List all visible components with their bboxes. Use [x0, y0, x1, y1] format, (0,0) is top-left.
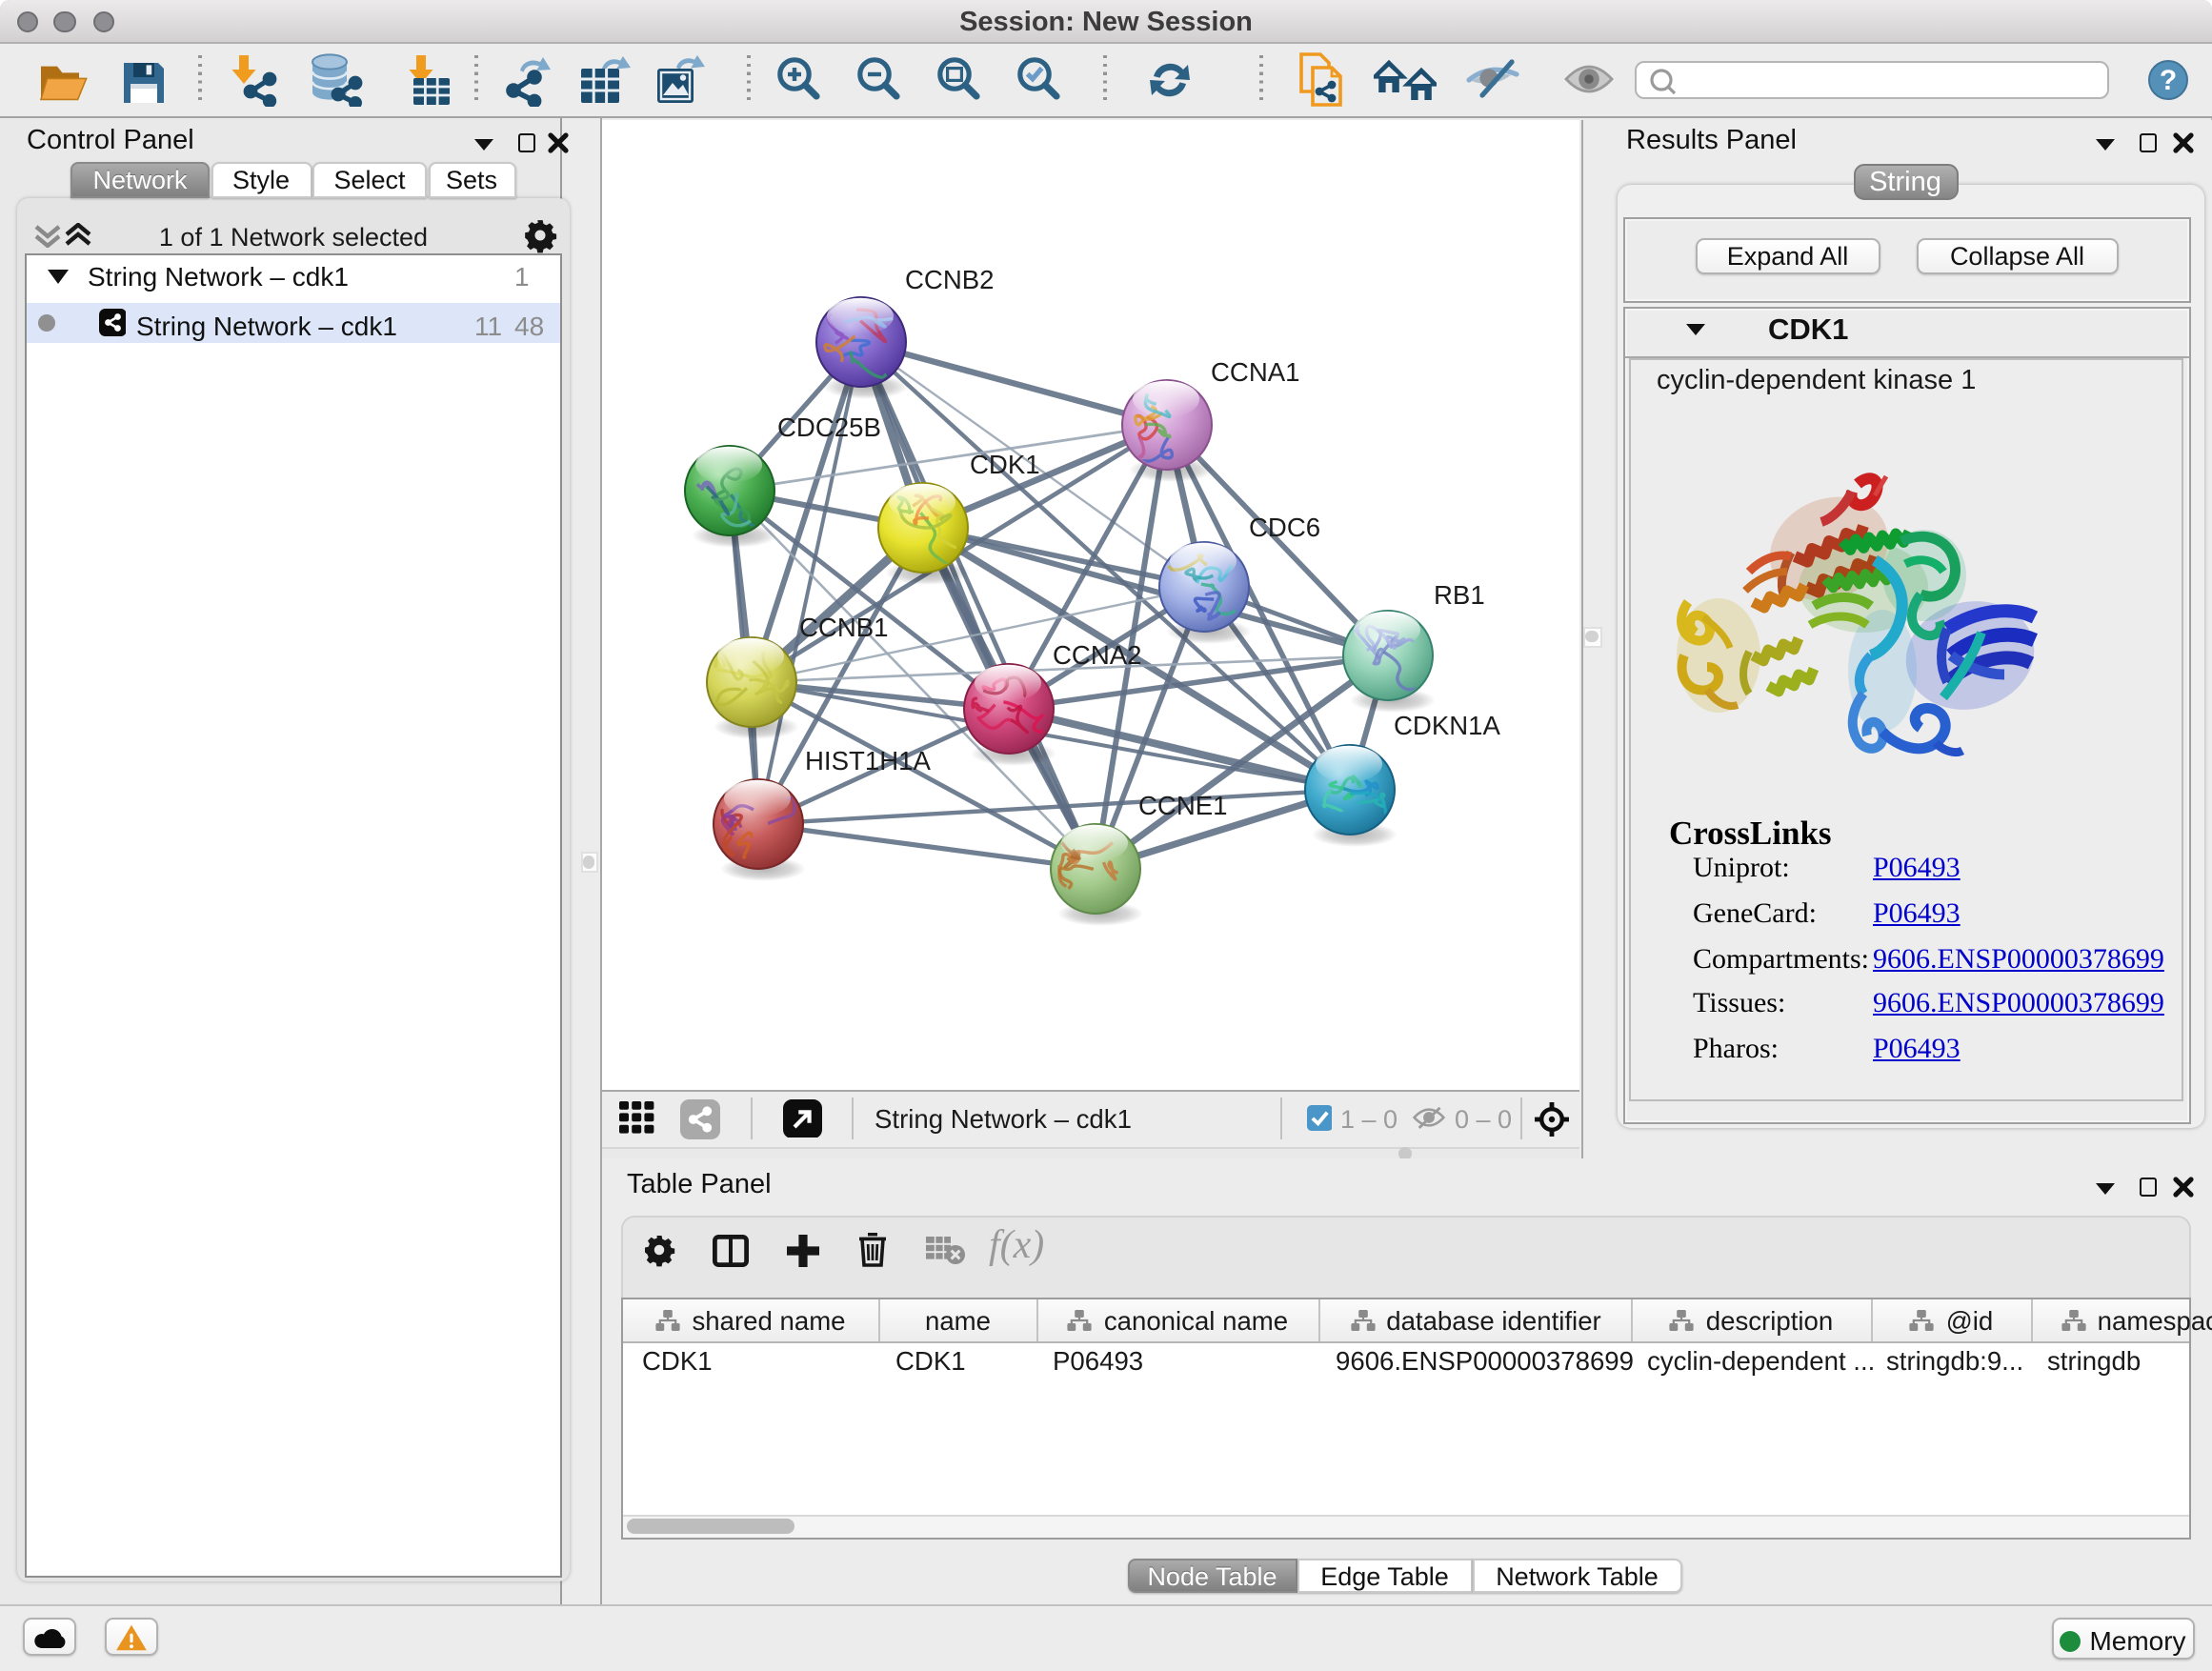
svg-text:CCNE1: CCNE1	[1137, 790, 1227, 819]
svg-text:CCNA2: CCNA2	[1052, 639, 1141, 669]
svg-text:CDKN1A: CDKN1A	[1393, 710, 1500, 739]
svg-text:CDC25B: CDC25B	[776, 412, 880, 441]
svg-text:HIST1H1A: HIST1H1A	[804, 745, 930, 775]
svg-text:CCNA1: CCNA1	[1210, 356, 1299, 386]
svg-text:RB1: RB1	[1433, 579, 1484, 609]
svg-text:?: ?	[2160, 65, 2177, 96]
svg-text:CDC6: CDC6	[1248, 512, 1319, 541]
svg-text:CCNB2: CCNB2	[904, 264, 994, 293]
svg-text:CDK1: CDK1	[969, 449, 1039, 478]
svg-text:CCNB1: CCNB1	[798, 612, 888, 641]
